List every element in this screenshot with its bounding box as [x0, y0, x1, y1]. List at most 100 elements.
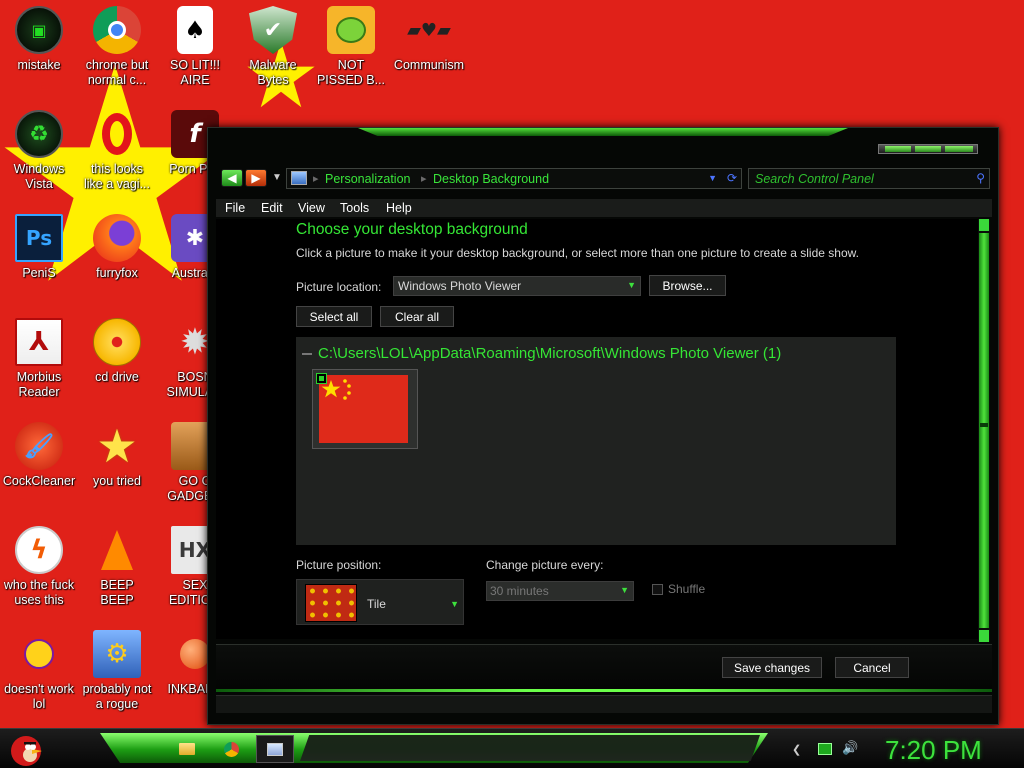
pdf-reader-icon: ⅄ [15, 318, 63, 366]
firefox-icon [93, 214, 141, 262]
gallery-folder-path: C:\Users\LOL\AppData\Roaming\Microsoft\W… [318, 345, 782, 362]
yahoo-messenger-icon [15, 630, 63, 678]
content-pane: Choose your desktop background Click a p… [216, 219, 978, 639]
arrow-right-icon: ▶ [251, 171, 261, 185]
search-icon[interactable]: ⚲ [976, 171, 985, 185]
vertical-scrollbar[interactable] [978, 219, 990, 642]
browse-button[interactable]: Browse... [649, 275, 726, 296]
address-dropdown-icon[interactable]: ▼ [708, 173, 717, 183]
chrome-icon [223, 741, 239, 757]
window-controls[interactable] [878, 144, 978, 154]
breadcrumb-separator-icon: ▸ [421, 173, 427, 185]
traffic-cone-icon [93, 526, 141, 574]
taskbar-folder[interactable] [174, 737, 200, 761]
desktop-icon-so-lit-aire[interactable]: ♠ SO LIT!!! AIRE [156, 6, 234, 88]
ccleaner-icon: 🖌 [15, 422, 63, 470]
scroll-up-button[interactable] [979, 219, 989, 231]
desktop-icon-beep-beep[interactable]: BEEP BEEP [78, 526, 156, 608]
search-box[interactable]: ⚲ [748, 168, 990, 189]
close-button[interactable] [945, 146, 973, 152]
picture-position-label: Picture position: [296, 558, 382, 572]
address-row: ◀ ▶ ▼ ▸ Personalization ▸ Desktop Backgr… [220, 168, 990, 190]
desktop-icon-mistake[interactable]: ▣ mistake [0, 6, 78, 73]
green-circle-icon: ▣ [15, 6, 63, 54]
emblem-icon: ▰♥▰ [407, 19, 451, 41]
taskbar-control-panel[interactable] [256, 735, 294, 763]
desktop-icon-you-tried[interactable]: ★ you tried [78, 419, 156, 489]
menu-tools[interactable]: Tools [340, 201, 369, 215]
china-flag-image [319, 375, 408, 443]
control-panel-icon [291, 171, 307, 185]
tile-preview-image [305, 584, 357, 622]
menu-view[interactable]: View [298, 201, 325, 215]
menu-file[interactable]: File [225, 201, 245, 215]
breadcrumb-personalization[interactable]: Personalization [325, 172, 410, 186]
desktop-icon-probably-not-rogue[interactable]: ⚙ probably not a rogue [78, 630, 156, 712]
playing-cards-icon: ♠ [177, 6, 213, 54]
thumbnail-checkbox[interactable] [316, 373, 327, 384]
maximize-button[interactable] [915, 146, 941, 152]
scroll-grip-icon [980, 423, 988, 427]
desktop-icon-doesnt-work[interactable]: doesn't work lol [0, 630, 78, 712]
photoshop-icon: Ps [15, 214, 63, 262]
chevron-down-icon: ▼ [450, 599, 459, 609]
wallpaper-thumbnail[interactable] [312, 369, 418, 449]
scroll-thumb[interactable] [979, 233, 989, 628]
refresh-icon[interactable]: ⟳ [727, 171, 737, 185]
collapse-icon[interactable] [302, 353, 312, 356]
select-all-button[interactable]: Select all [296, 306, 372, 327]
network-icon[interactable] [818, 743, 832, 755]
change-picture-select[interactable]: 30 minutes ▼ [486, 581, 634, 601]
change-picture-label: Change picture every: [486, 558, 604, 572]
minimize-button[interactable] [885, 146, 911, 152]
desktop-icon-furryfox[interactable]: furryfox [78, 214, 156, 281]
show-hidden-icons[interactable]: ❮ [792, 743, 806, 756]
desktop-icon-cd-drive[interactable]: cd drive [78, 318, 156, 385]
desktop-icon-penis[interactable]: Ps PeniS [0, 214, 78, 281]
breadcrumb-desktop-background[interactable]: Desktop Background [433, 172, 549, 186]
picture-position-value: Tile [367, 597, 386, 611]
desktop-icon-not-pissed[interactable]: NOT PISSED B... [312, 6, 390, 88]
back-button[interactable]: ◀ [221, 169, 243, 187]
shuffle-checkbox[interactable] [652, 584, 663, 595]
cancel-button[interactable]: Cancel [835, 657, 909, 678]
picture-position-select[interactable]: Tile ▼ [296, 579, 464, 625]
address-bar[interactable]: ▸ Personalization ▸ Desktop Background ▼… [286, 168, 742, 189]
page-title: Choose your desktop background [296, 221, 528, 238]
control-panel-window: ◀ ▶ ▼ ▸ Personalization ▸ Desktop Backgr… [207, 127, 999, 725]
save-changes-button[interactable]: Save changes [722, 657, 822, 678]
taskbar-chrome[interactable] [218, 737, 244, 761]
forward-button[interactable]: ▶ [245, 169, 267, 187]
gallery-folder-header[interactable]: C:\Users\LOL\AppData\Roaming\Microsoft\W… [302, 345, 781, 362]
picture-location-label: Picture location: [296, 280, 382, 294]
shuffle-label: Shuffle [668, 582, 706, 596]
desktop-icon-malwarebytes[interactable]: ✔ Malware Bytes [234, 6, 312, 88]
desktop-icon-communism[interactable]: ▰♥▰ Communism [390, 6, 468, 73]
menu-edit[interactable]: Edit [261, 201, 283, 215]
desktop-icon-windows-vista[interactable]: ♻ Windows Vista [0, 110, 78, 192]
menu-bar: File Edit View Tools Help [216, 199, 992, 217]
green-pig-icon [327, 6, 375, 54]
desktop-icon-who-uses-this[interactable]: ϟ who the fuck uses this [0, 526, 78, 608]
scroll-down-button[interactable] [979, 630, 989, 642]
desktop-icon-cockcleaner[interactable]: 🖌 CockCleaner [0, 422, 78, 489]
desktop-icon-morbius-reader[interactable]: ⅄ Morbius Reader [0, 318, 78, 400]
picture-gallery: C:\Users\LOL\AppData\Roaming\Microsoft\W… [296, 337, 896, 545]
control-panel-icon [267, 742, 283, 756]
flag-stars-icon [321, 379, 351, 400]
recent-pages-dropdown-icon[interactable]: ▼ [272, 172, 282, 183]
clock[interactable]: 7:20 PM [885, 735, 982, 766]
opera-icon [93, 110, 141, 158]
desktop-icon-opera[interactable]: this looks like a vagi... [78, 110, 156, 192]
page-description: Click a picture to make it your desktop … [296, 246, 859, 260]
clear-all-button[interactable]: Clear all [380, 306, 454, 327]
search-input[interactable] [755, 170, 965, 187]
picture-location-select[interactable]: Windows Photo Viewer ▼ [393, 276, 641, 296]
start-button[interactable] [6, 729, 46, 768]
picture-location-value: Windows Photo Viewer [398, 279, 522, 293]
menu-help[interactable]: Help [386, 201, 412, 215]
change-picture-value: 30 minutes [490, 584, 549, 598]
taskbar: ❮ 🔊 7:20 PM [0, 728, 1024, 768]
volume-icon[interactable]: 🔊 [842, 740, 858, 755]
desktop-icon-chrome[interactable]: chrome but normal c... [78, 6, 156, 88]
